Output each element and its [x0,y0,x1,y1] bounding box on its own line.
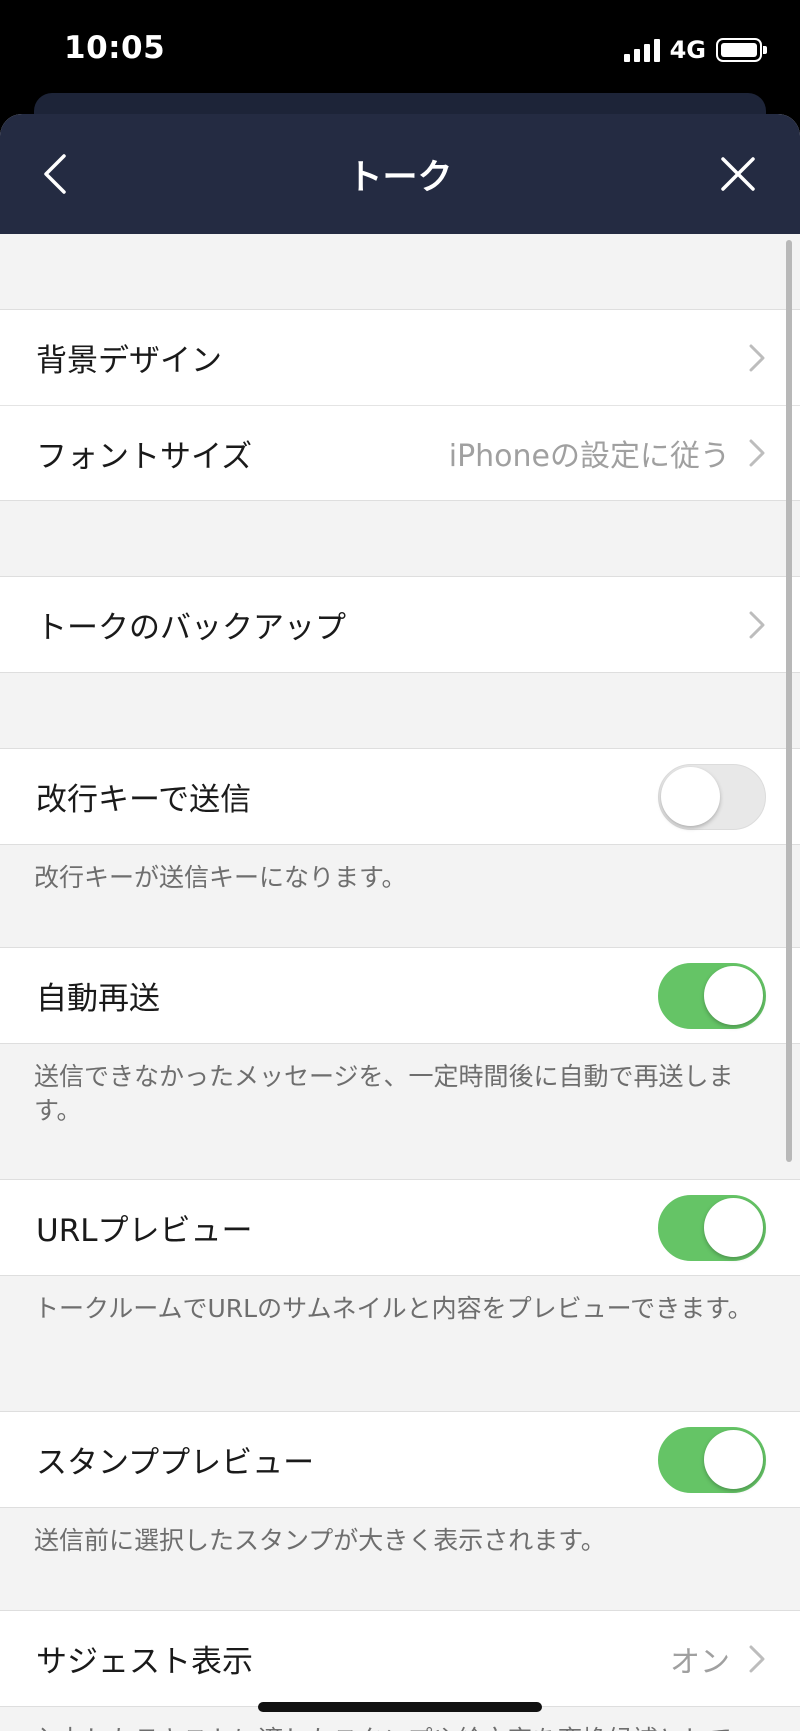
signal-icon [623,38,660,62]
row-label: スタンププレビュー [36,1445,315,1481]
background-design-row[interactable]: 背景デザイン [0,310,800,405]
sticker-preview-description: 送信前に選択したスタンプが大きく表示されます。 [34,1526,606,1555]
enter-send-toggle[interactable] [658,763,766,830]
scrollbar[interactable] [786,240,792,1162]
row-label: フォントサイズ [36,438,253,475]
row-value: iPhoneの設定に従う [448,439,730,474]
network-type: 4G [669,36,706,64]
row-label: 背景デザイン [36,343,222,379]
sticker-preview-group: スタンププレビュー [0,1411,800,1508]
url-preview-group: URLプレビュー [0,1179,800,1276]
font-size-row[interactable]: フォントサイズ iPhoneの設定に従う [0,405,800,500]
settings-sheet: トーク 背景デザイン フォントサイズ iPhoneの設定に従う トークのバックア… [0,114,800,1731]
enter-send-description: 改行キーが送信キーになります。 [34,863,407,892]
chevron-right-icon [749,1645,765,1672]
status-bar: 10:05 4G [0,0,800,100]
url-preview-description: トークルームでURLのサムネイルと内容をプレビューできます。 [34,1294,753,1323]
sticker-preview-row: スタンププレビュー [0,1412,800,1507]
row-label: サジェスト表示 [36,1644,253,1680]
auto-resend-toggle[interactable] [658,962,766,1029]
auto-resend-group: 自動再送 [0,947,800,1044]
sticker-preview-toggle[interactable] [658,1426,766,1493]
row-value: オン [670,1644,730,1680]
enter-send-row: 改行キーで送信 [0,749,800,844]
row-label: 改行キーで送信 [36,782,252,818]
auto-resend-description: 送信できなかったメッセージを、一定時間後に自動で再送します。 [34,1062,734,1125]
suggest-row[interactable]: サジェスト表示 オン [0,1611,800,1706]
enter-send-group: 改行キーで送信 [0,748,800,845]
row-label: URLプレビュー [36,1213,253,1249]
settings-list: 背景デザイン フォントサイズ iPhoneの設定に従う トークのバックアップ 改… [0,234,800,1731]
url-preview-toggle[interactable] [658,1194,766,1261]
chevron-right-icon [749,439,765,467]
backup-group: トークのバックアップ [0,576,800,673]
url-preview-row: URLプレビュー [0,1180,800,1275]
status-indicators: 4G [623,36,767,64]
talk-backup-row[interactable]: トークのバックアップ [0,577,800,672]
battery-icon [716,38,767,62]
chevron-left-icon[interactable] [36,150,76,198]
status-time: 10:05 [64,30,166,66]
chevron-right-icon [749,611,765,638]
close-icon[interactable] [718,154,758,194]
page-title: トーク [347,157,453,198]
nav-bar: トーク [0,114,800,234]
row-label: 自動再送 [36,981,160,1017]
row-label: トークのバックアップ [36,610,346,646]
suggest-group: サジェスト表示 オン [0,1610,800,1707]
chevron-right-icon [749,344,765,371]
home-indicator[interactable] [258,1702,542,1712]
auto-resend-row: 自動再送 [0,948,800,1043]
appearance-group: 背景デザイン フォントサイズ iPhoneの設定に従う [0,309,800,501]
